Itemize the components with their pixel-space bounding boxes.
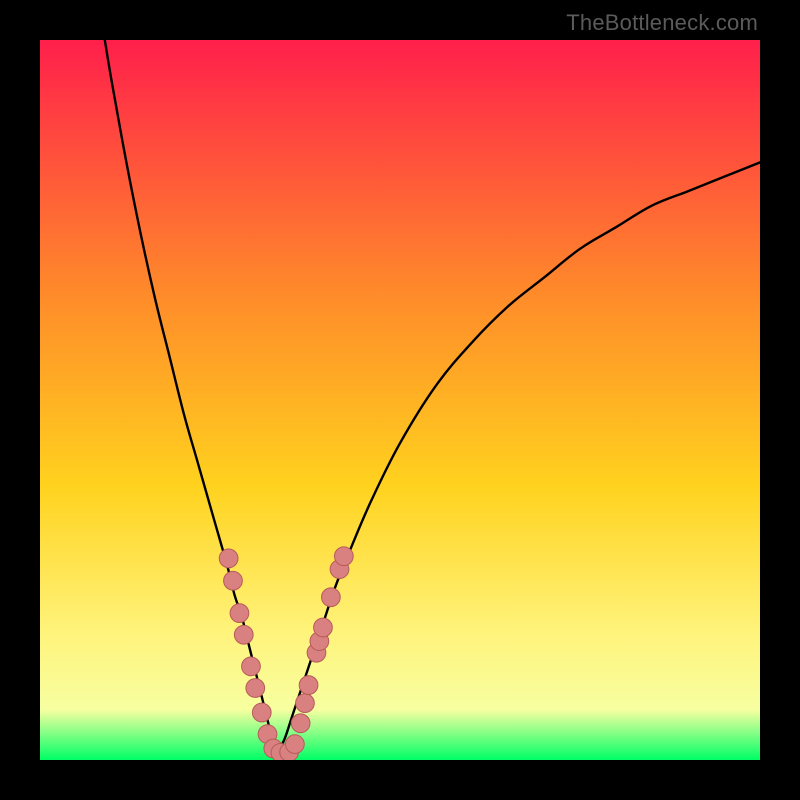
data-markers [219,547,353,760]
data-marker [230,604,249,623]
data-marker [322,588,341,607]
data-marker [299,676,318,695]
data-marker [296,694,315,713]
curve-left [105,40,278,753]
data-marker [234,625,253,644]
data-marker [314,618,333,637]
curves-layer [40,40,760,760]
watermark-text: TheBottleneck.com [566,10,758,36]
plot-area [40,40,760,760]
data-marker [224,571,243,590]
data-marker [252,703,271,722]
data-marker [286,735,305,754]
data-marker [334,547,353,566]
data-marker [246,679,265,698]
data-marker [291,714,310,733]
chart-frame: TheBottleneck.com [0,0,800,800]
data-marker [242,657,261,676]
data-marker [219,549,238,568]
curve-right [278,162,760,752]
